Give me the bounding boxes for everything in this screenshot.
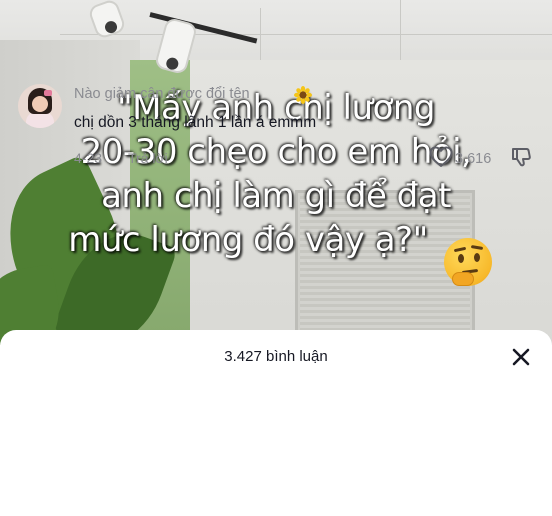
caption-line: anh chị làm gì để đạt [101, 176, 451, 216]
thinking-face-icon [444, 238, 492, 286]
comment-username[interactable]: Nào giảm cân được đổi tên [74, 86, 250, 102]
comments-count-title: 3.427 bình luận [224, 348, 328, 365]
sunflower-icon [294, 86, 312, 104]
close-button[interactable] [508, 344, 534, 370]
ceiling-seam [260, 8, 261, 60]
ceiling-seam [60, 34, 552, 35]
reply-button[interactable]: Trả lời [128, 150, 168, 166]
avatar[interactable] [18, 84, 62, 128]
comment-text: chị dồn 3 tháng lãnh 1 lần á emmm [74, 114, 317, 131]
like-count: 3.616 [455, 151, 492, 167]
comments-sheet: 3.427 bình luận [0, 330, 552, 516]
video-caption: "Mấy anh chị lương 20-30 chẹo cho em hỏi… [20, 86, 532, 262]
comment-date: 4-23 [74, 150, 103, 166]
heart-outline-icon[interactable] [428, 145, 454, 169]
close-icon [512, 348, 530, 366]
ceiling-seam [400, 0, 401, 60]
thumbs-down-icon[interactable] [510, 146, 532, 168]
